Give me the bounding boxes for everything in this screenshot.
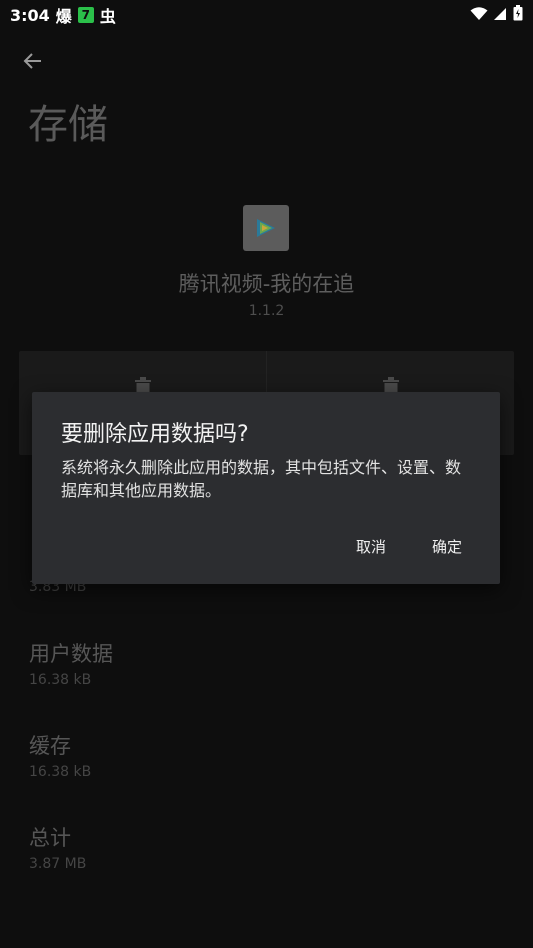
app-icon (243, 205, 289, 251)
signal-icon: ! (494, 6, 507, 25)
user-data-label: 用户数据 (29, 642, 113, 666)
app-version: 1.1.2 (248, 303, 285, 319)
notification-icon: 爆 (55, 7, 72, 26)
cache-label: 缓存 (29, 734, 71, 758)
dialog-message: 系统将永久删除此应用的数据，其中包括文件、设置、数据库和其他应用数据。 (61, 458, 462, 500)
confirm-button[interactable]: 确定 (432, 536, 462, 557)
user-data-item: 用户数据 16.38 kB (29, 638, 113, 688)
user-data-value: 16.38 kB (29, 672, 92, 688)
wifi-icon (470, 6, 488, 25)
total-label: 总计 (29, 826, 71, 850)
cache-value: 16.38 kB (29, 764, 92, 780)
page-title: 存储 (28, 102, 108, 148)
total-value: 3.87 MB (29, 856, 87, 872)
battery-icon (513, 5, 523, 25)
bug-notification-icon: 虫 (99, 7, 116, 26)
back-button[interactable] (16, 46, 50, 80)
notification-badge-icon: 7 (77, 7, 94, 23)
status-bar: 3:04 爆 7 虫 ! (0, 0, 533, 30)
cache-item: 缓存 16.38 kB (29, 730, 91, 780)
cancel-button[interactable]: 取消 (356, 536, 386, 557)
clear-data-dialog: 要删除应用数据吗? 系统将永久删除此应用的数据，其中包括文件、设置、数据库和其他… (32, 392, 500, 584)
svg-text:!: ! (497, 9, 500, 17)
total-item: 总计 3.87 MB (29, 822, 86, 872)
status-time: 3:04 (10, 5, 50, 25)
dialog-title: 要删除应用数据吗? (61, 422, 249, 447)
arrow-left-icon (23, 51, 43, 75)
app-name: 腾讯视频-我的在追 (178, 272, 355, 296)
